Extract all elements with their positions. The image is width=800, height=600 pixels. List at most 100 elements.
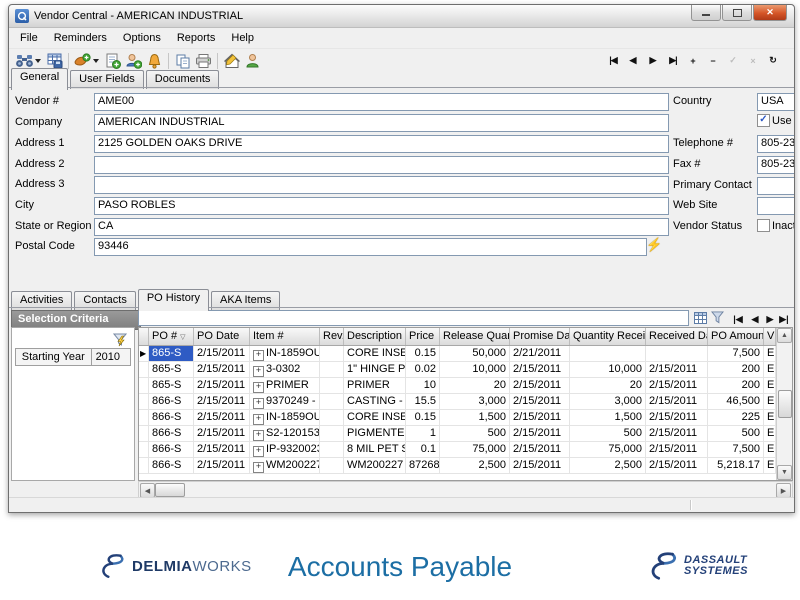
table-cell[interactable]: 20 — [570, 378, 646, 393]
grid-filter-input[interactable] — [138, 310, 689, 326]
table-cell[interactable]: 75,000 — [440, 442, 510, 457]
tab-po-history[interactable]: PO History — [138, 289, 209, 311]
table-cell[interactable]: 20 — [440, 378, 510, 393]
table-row[interactable]: 866-S2/15/2011+S2-120153PIGMENTED RE1500… — [139, 426, 792, 442]
expand-icon[interactable]: + — [253, 398, 264, 409]
column-header-received-date[interactable]: Received Date — [646, 328, 708, 345]
table-cell[interactable]: E — [764, 394, 776, 409]
column-header-description[interactable]: Description — [344, 328, 406, 345]
table-cell[interactable]: 2/15/2011 — [194, 442, 250, 457]
filter-lightning-icon[interactable] — [112, 332, 127, 347]
telephone--field[interactable]: 805-239 — [757, 135, 795, 153]
vendor--field[interactable]: AME00 — [94, 93, 669, 111]
table-cell[interactable]: 2/15/2011 — [646, 458, 708, 473]
table-row[interactable]: 865-S2/15/2011+PRIMERPRIMER10202/15/2011… — [139, 378, 792, 394]
table-cell[interactable]: 2/15/2011 — [194, 410, 250, 425]
table-cell[interactable]: 3,000 — [570, 394, 646, 409]
table-cell[interactable]: 10,000 — [570, 362, 646, 377]
address-3-field[interactable] — [94, 176, 669, 194]
find-dropdown-icon[interactable] — [35, 59, 41, 63]
table-cell[interactable]: 10,000 — [440, 362, 510, 377]
table-row[interactable]: 866-S2/15/2011+9370249 - CASCASTING - M2… — [139, 394, 792, 410]
starting-year-value[interactable]: 2010 — [92, 349, 130, 365]
tab-general[interactable]: General — [11, 68, 68, 90]
table-cell[interactable]: E — [764, 346, 776, 361]
table-cell[interactable]: 2/15/2011 — [646, 426, 708, 441]
close-button[interactable]: ✕ — [753, 5, 787, 21]
table-cell[interactable] — [320, 362, 344, 377]
table-cell[interactable]: 7,500 — [708, 346, 764, 361]
table-cell[interactable]: 0.15 — [406, 346, 440, 361]
prior-record-button[interactable]: ◀ — [623, 53, 643, 68]
table-cell[interactable]: 2/15/2011 — [646, 378, 708, 393]
table-cell[interactable]: 1 — [406, 426, 440, 441]
grid-layout-icon[interactable] — [693, 310, 708, 325]
table-cell[interactable]: 866-S — [149, 442, 194, 457]
table-cell[interactable]: 866-S — [149, 394, 194, 409]
web-site-field[interactable] — [757, 197, 795, 215]
user-info-icon[interactable] — [242, 51, 263, 70]
table-cell[interactable]: 2/15/2011 — [194, 458, 250, 473]
table-cell[interactable]: 2/15/2011 — [510, 442, 570, 457]
table-cell[interactable]: E — [764, 426, 776, 441]
table-row[interactable]: 866-S2/15/2011+WM200227PWM200227 PAIN872… — [139, 458, 792, 474]
table-cell[interactable]: 3,000 — [440, 394, 510, 409]
table-cell[interactable]: 2/21/2011 — [510, 346, 570, 361]
last-record-button[interactable]: ▶| — [663, 53, 683, 68]
table-cell[interactable]: 2/15/2011 — [646, 442, 708, 457]
table-cell[interactable]: +9370249 - CAS — [250, 394, 320, 409]
table-row[interactable]: 865-S2/15/2011+3-03021" HINGE PIN0.0210,… — [139, 362, 792, 378]
table-cell[interactable]: 0.15 — [406, 410, 440, 425]
postal-code-field[interactable]: 93446 — [94, 238, 647, 256]
menu-reminders[interactable]: Reminders — [46, 29, 115, 47]
use-checkbox[interactable]: ✓ — [757, 114, 770, 127]
table-cell[interactable]: PRIMER — [344, 378, 406, 393]
table-cell[interactable]: PIGMENTED RE — [344, 426, 406, 441]
expand-icon[interactable]: + — [253, 366, 264, 377]
table-cell[interactable] — [570, 346, 646, 361]
grid-funnel-icon[interactable] — [710, 310, 725, 325]
table-cell[interactable]: 75,000 — [570, 442, 646, 457]
column-header-quantity-received[interactable]: Quantity Received — [570, 328, 646, 345]
column-header-po-date[interactable]: PO Date — [194, 328, 250, 345]
table-cell[interactable]: 2/15/2011 — [646, 410, 708, 425]
table-cell[interactable]: 2,500 — [440, 458, 510, 473]
table-cell[interactable] — [320, 442, 344, 457]
table-cell[interactable]: 15.5 — [406, 394, 440, 409]
state-or-region-field[interactable]: CA — [94, 218, 669, 236]
table-cell[interactable]: +S2-120153 — [250, 426, 320, 441]
table-cell[interactable]: +3-0302 — [250, 362, 320, 377]
table-cell[interactable]: 5,218.17 — [708, 458, 764, 473]
company-field[interactable]: AMERICAN INDUSTRIAL — [94, 114, 669, 132]
city-field[interactable]: PASO ROBLES — [94, 197, 669, 215]
table-cell[interactable]: E — [764, 442, 776, 457]
table-cell[interactable]: 2/15/2011 — [194, 362, 250, 377]
table-cell[interactable] — [320, 410, 344, 425]
table-cell[interactable]: 2/15/2011 — [510, 458, 570, 473]
table-cell[interactable]: E — [764, 378, 776, 393]
table-cell[interactable] — [320, 426, 344, 441]
table-cell[interactable]: 0.02 — [406, 362, 440, 377]
menu-reports[interactable]: Reports — [169, 29, 224, 47]
table-cell[interactable] — [320, 394, 344, 409]
table-cell[interactable]: 1,500 — [570, 410, 646, 425]
table-cell[interactable]: 866-S — [149, 426, 194, 441]
scroll-right-icon[interactable]: ▶ — [776, 483, 791, 498]
table-cell[interactable]: WM200227 PAIN — [344, 458, 406, 473]
table-cell[interactable]: 8 MIL PET SHEE — [344, 442, 406, 457]
menu-help[interactable]: Help — [223, 29, 262, 47]
expand-icon[interactable]: + — [253, 446, 264, 457]
grid-last-record-button[interactable]: ▶| — [774, 312, 794, 327]
quick-note-icon[interactable] — [221, 51, 242, 70]
table-cell[interactable]: 2/15/2011 — [194, 394, 250, 409]
grid-vertical-scrollbar[interactable]: ▲ ▼ — [776, 328, 792, 480]
table-cell[interactable]: 2/15/2011 — [510, 362, 570, 377]
scroll-left-icon[interactable]: ◀ — [140, 483, 155, 498]
table-cell[interactable]: E — [764, 410, 776, 425]
table-cell[interactable]: 0.1 — [406, 442, 440, 457]
column-header-rev-[interactable]: Rev. — [320, 328, 344, 345]
table-cell[interactable]: 2/15/2011 — [194, 378, 250, 393]
address-2-field[interactable] — [94, 156, 669, 174]
table-cell[interactable]: 7,500 — [708, 442, 764, 457]
refresh-button[interactable]: ↻ — [763, 53, 783, 68]
